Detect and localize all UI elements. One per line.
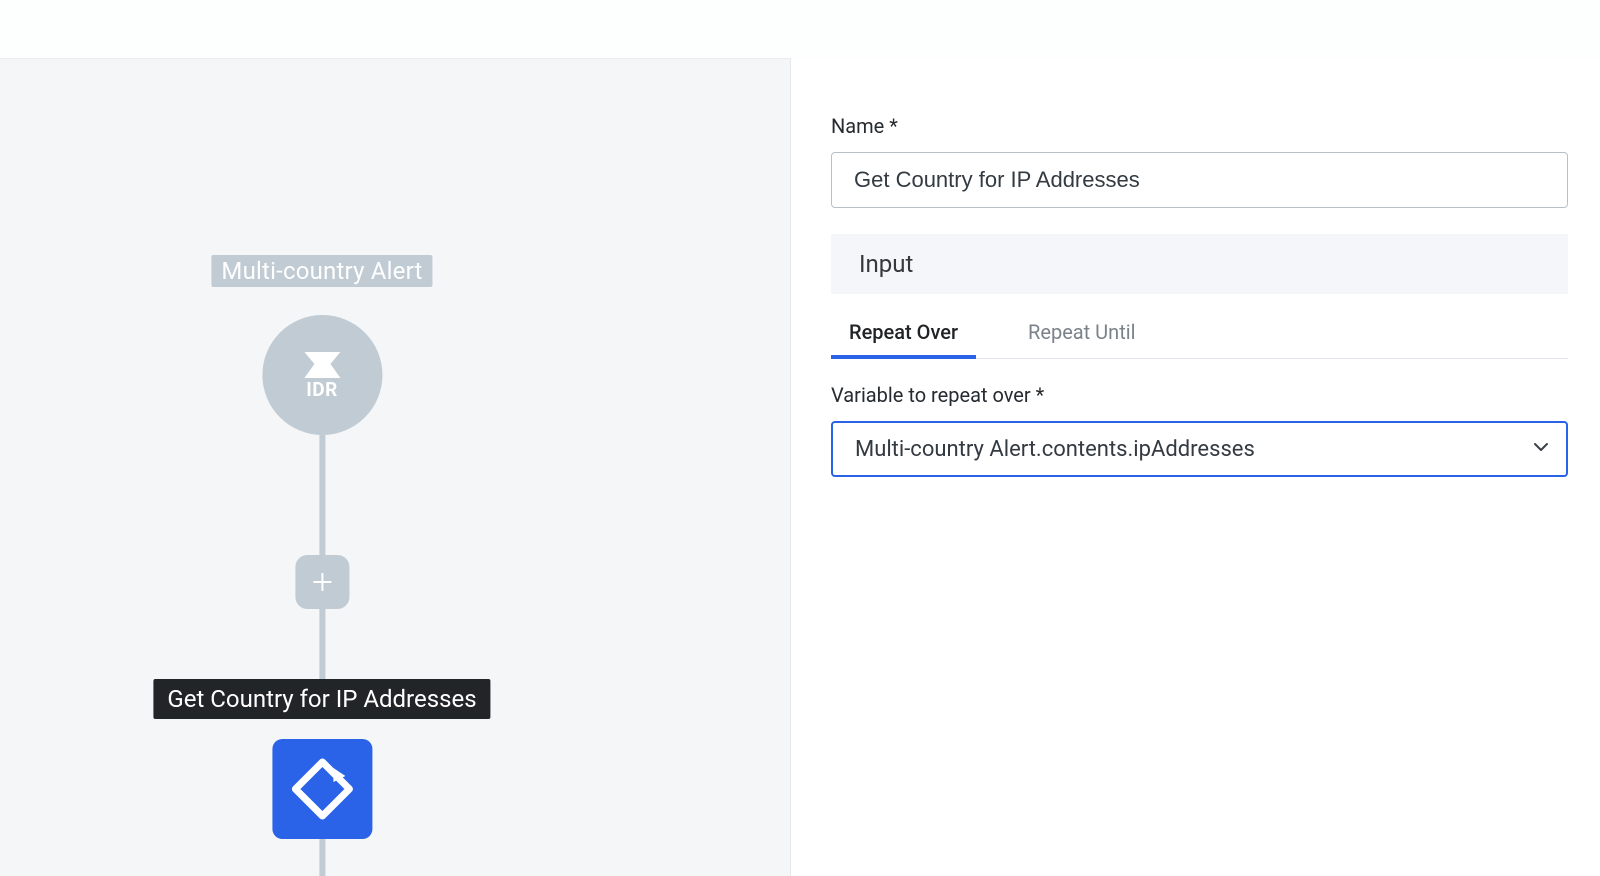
plus-icon <box>309 569 335 595</box>
tab-repeat-over[interactable]: Repeat Over <box>849 320 958 358</box>
name-input[interactable] <box>831 152 1568 208</box>
trigger-icon-label: IDR <box>306 378 338 401</box>
variable-select-value[interactable]: Multi-country Alert.contents.ipAddresses <box>831 421 1568 477</box>
variable-field-label: Variable to repeat over * <box>831 383 1568 407</box>
idr-logo-icon <box>300 350 344 380</box>
configure-loop-panel: Configure Loop Name * Input Repeat Over … <box>790 0 1600 876</box>
loop-icon <box>287 754 357 824</box>
input-section-header: Input <box>831 234 1568 294</box>
add-step-button[interactable] <box>295 555 349 609</box>
name-field-label: Name * <box>831 114 1568 138</box>
loop-step-label[interactable]: Get Country for IP Addresses <box>153 679 490 719</box>
loop-step-node[interactable] <box>272 739 372 839</box>
app-header-strip <box>0 0 1600 58</box>
trigger-label[interactable]: Multi-country Alert <box>211 255 432 287</box>
loop-mode-tabs: Repeat Over Repeat Until <box>831 320 1568 359</box>
variable-select[interactable]: Multi-country Alert.contents.ipAddresses <box>831 421 1568 477</box>
connector-line <box>319 435 325 555</box>
trigger-node[interactable]: IDR <box>262 315 382 435</box>
workflow-canvas[interactable]: Multi-country Alert IDR Get Country for … <box>0 58 790 876</box>
connector-line <box>319 609 325 679</box>
connector-line <box>319 839 325 876</box>
tab-repeat-until[interactable]: Repeat Until <box>1028 320 1135 358</box>
workflow-column: Multi-country Alert IDR Get Country for … <box>153 255 490 876</box>
